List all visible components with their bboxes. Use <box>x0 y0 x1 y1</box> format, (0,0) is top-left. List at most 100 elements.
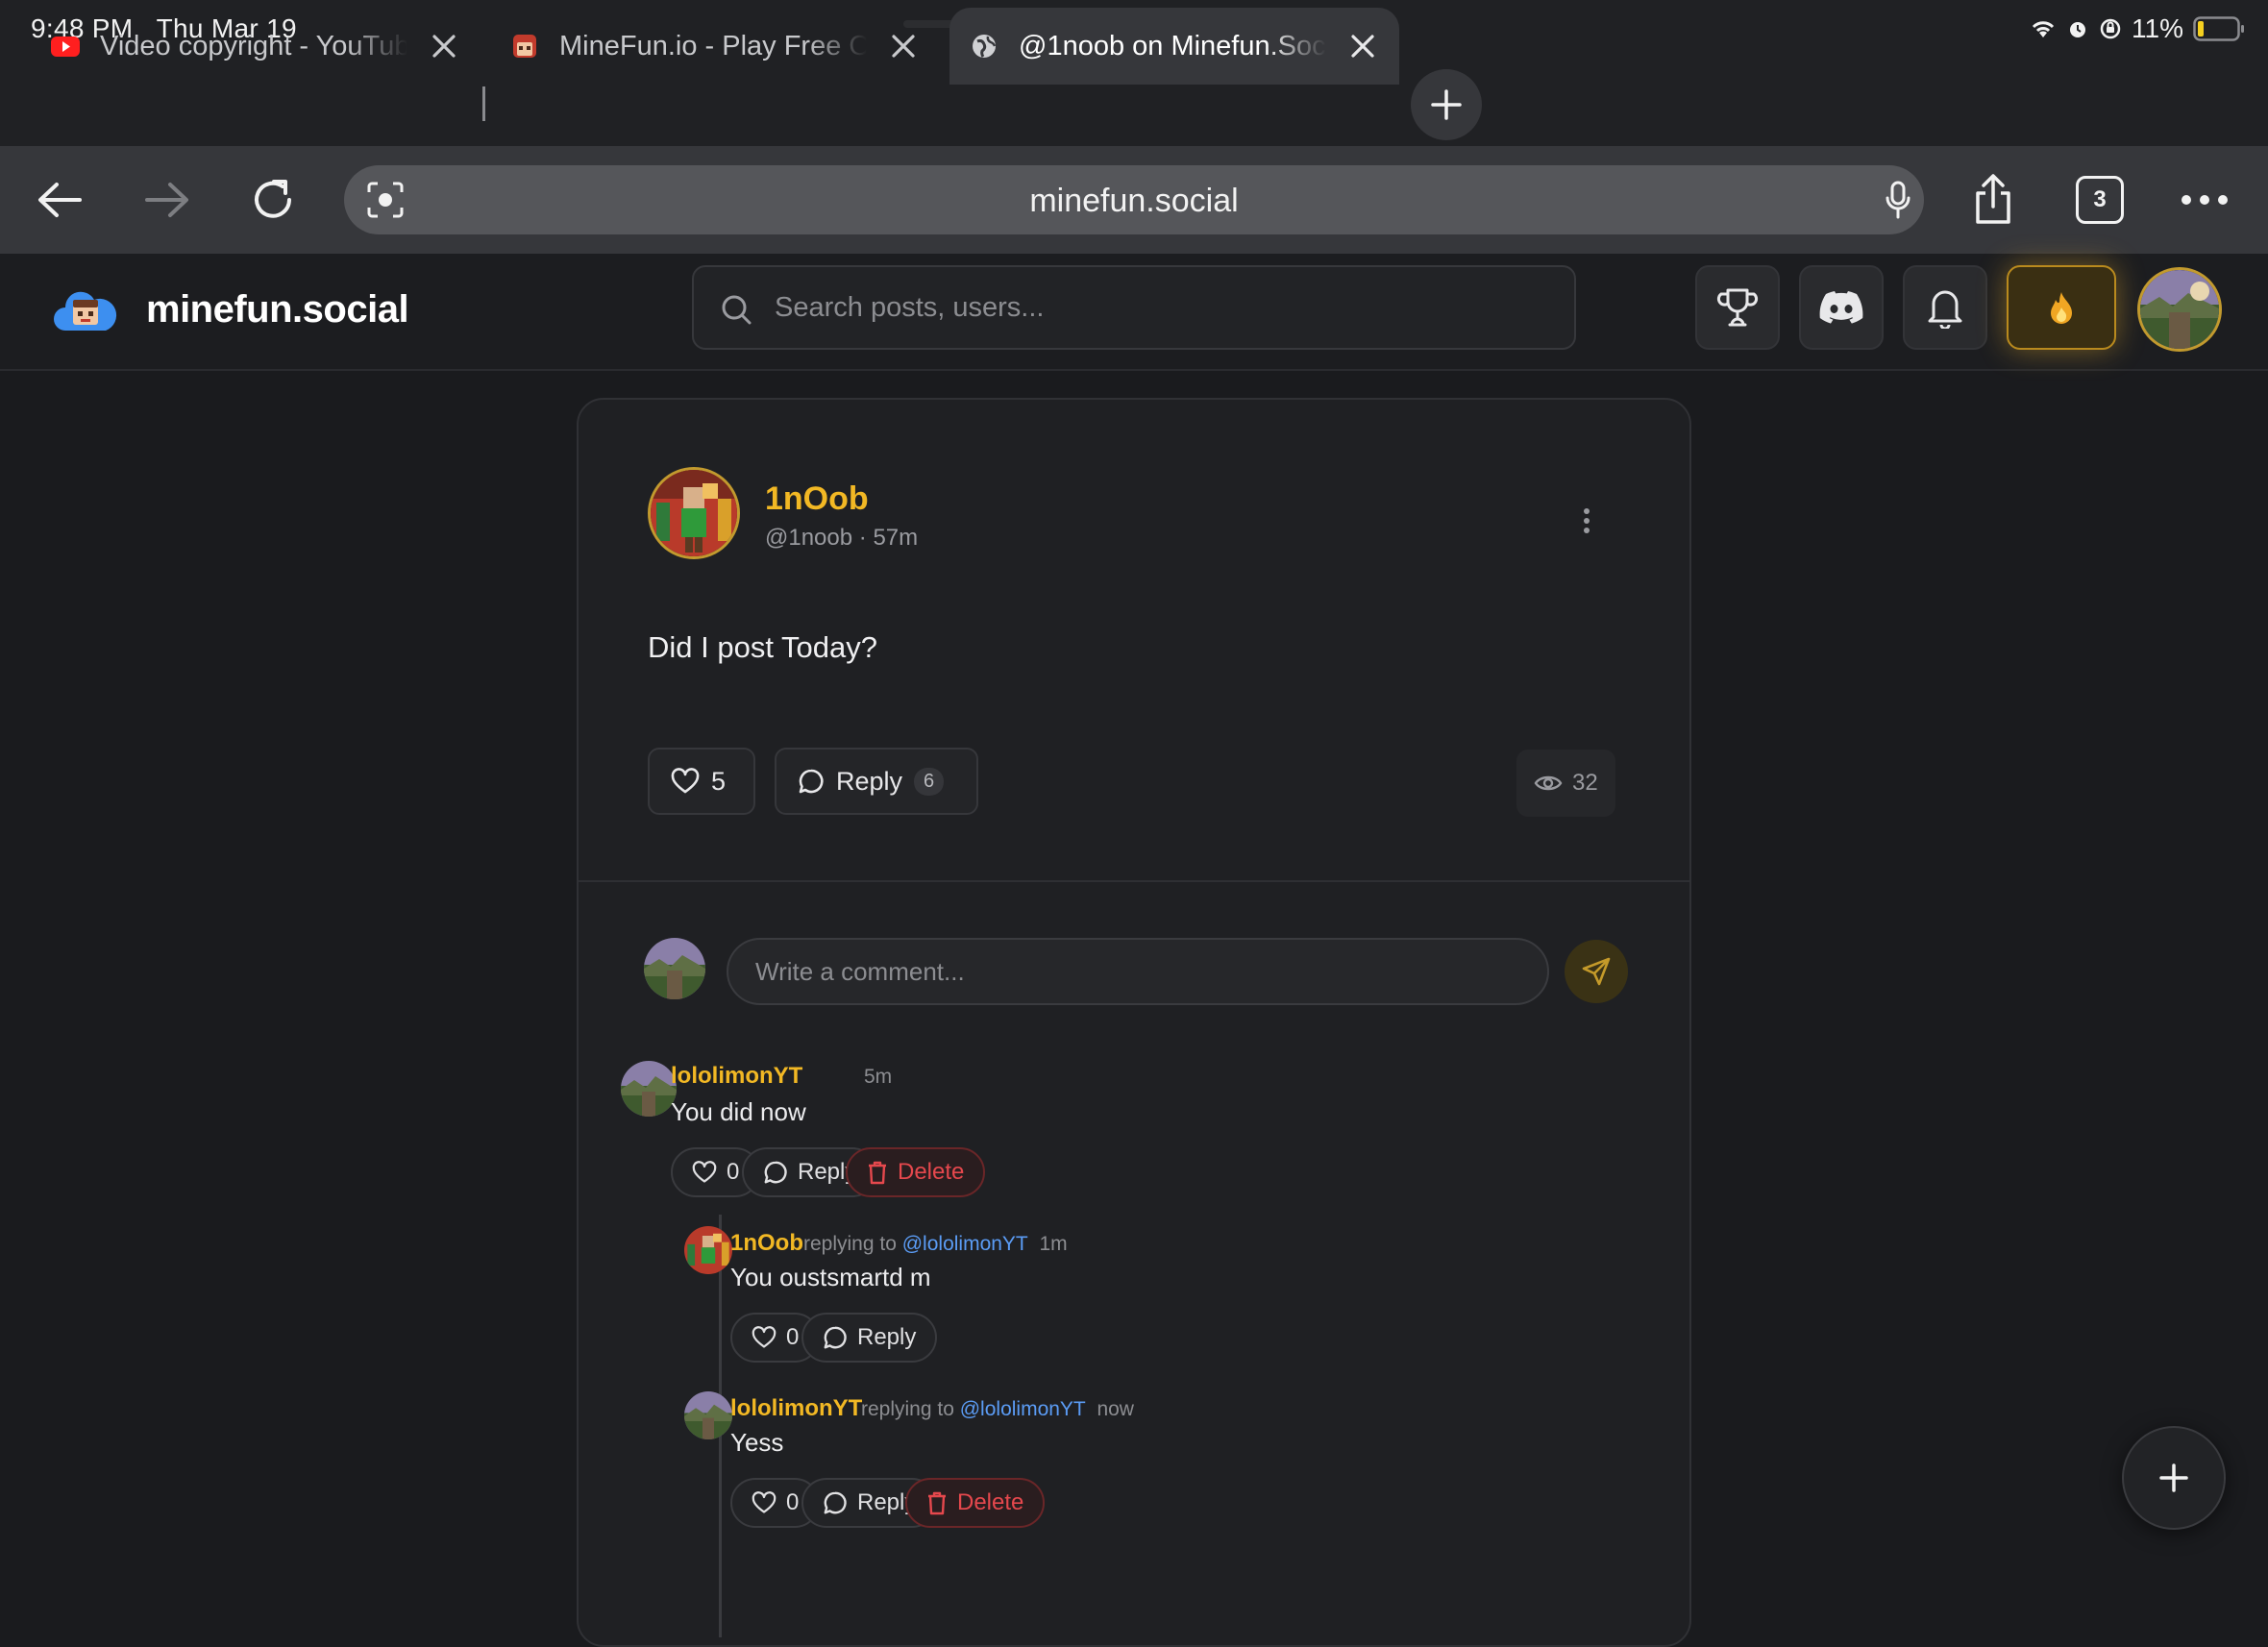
heart-icon <box>752 1491 777 1513</box>
new-tab-button[interactable] <box>1411 69 1482 140</box>
heart-icon <box>752 1326 777 1348</box>
comment-avatar[interactable] <box>684 1226 732 1274</box>
comment-input[interactable] <box>728 940 1547 1003</box>
vertical-ellipsis-icon <box>1584 508 1590 533</box>
user-avatar-image <box>2140 270 2219 349</box>
comment-avatar[interactable] <box>621 1061 677 1117</box>
chat-bubble-icon <box>764 1161 787 1184</box>
streak-button[interactable] <box>2007 265 2116 350</box>
tab-separator <box>482 86 485 121</box>
comment-author[interactable]: lololimonYT <box>671 1063 802 1090</box>
plus-icon <box>2159 1463 2188 1492</box>
status-indicators: 11% <box>2030 13 2245 44</box>
send-comment-button[interactable] <box>1565 940 1628 1003</box>
globe-icon <box>973 35 997 58</box>
more-menu-button[interactable] <box>2176 171 2233 229</box>
back-arrow-icon <box>38 183 82 217</box>
share-icon <box>1976 174 2010 224</box>
user-avatar-image <box>684 1391 732 1439</box>
tab-switcher-button[interactable]: 3 <box>2076 176 2124 224</box>
reply-count-badge: 6 <box>914 767 945 796</box>
comment-author[interactable]: 1nOob <box>730 1230 803 1257</box>
tab-youtube[interactable]: Video copyright - YouTube <box>50 8 461 85</box>
tab-minefun-social[interactable]: @1noob on Minefun.Social <box>949 8 1399 85</box>
comment-text: Yess <box>730 1428 784 1457</box>
close-tab-icon[interactable] <box>427 29 461 63</box>
post-author-avatar[interactable] <box>648 467 740 559</box>
post-body: Did I post Today? <box>648 630 877 664</box>
author-avatar-image <box>684 1226 732 1274</box>
search-icon <box>722 295 752 325</box>
post-author-name[interactable]: 1nOob <box>765 480 869 518</box>
heart-icon <box>692 1161 717 1183</box>
post-card: 1nOob @1noob · 57m Did I post Today? 5 R… <box>577 398 1691 1647</box>
post-handle[interactable]: @1noob <box>765 525 852 551</box>
comment-author[interactable]: lololimonYT <box>730 1395 862 1422</box>
orientation-lock-icon <box>2100 18 2121 39</box>
mention-link[interactable]: @lololimonYT <box>960 1398 1086 1420</box>
search-bar[interactable] <box>692 265 1576 350</box>
battery-percent: 11% <box>2132 13 2183 43</box>
youtube-icon <box>51 37 80 57</box>
comment-delete-button[interactable]: Delete <box>905 1478 1046 1528</box>
trash-icon <box>928 1491 946 1515</box>
chat-bubble-icon <box>799 769 824 794</box>
back-button[interactable] <box>31 171 88 229</box>
forward-button[interactable] <box>138 171 196 229</box>
comment-field[interactable] <box>727 938 1549 1005</box>
like-button[interactable]: 5 <box>648 748 755 815</box>
comment-text: You oustsmartd m <box>730 1263 931 1291</box>
ellipsis-icon <box>2182 195 2228 205</box>
forward-arrow-icon <box>145 183 188 217</box>
like-count: 5 <box>711 766 727 796</box>
composer-avatar <box>644 938 705 999</box>
bell-icon <box>1928 290 1962 329</box>
send-icon <box>1582 957 1611 986</box>
microphone-icon[interactable] <box>1886 181 1911 219</box>
flame-icon <box>2051 292 2072 324</box>
plus-icon <box>1431 89 1462 120</box>
author-avatar-image <box>651 470 737 556</box>
view-count: 32 <box>1516 750 1615 817</box>
url-text: minefun.social <box>1029 183 1239 219</box>
comment-time: 5m <box>864 1066 893 1088</box>
notifications-button[interactable] <box>1903 265 1987 350</box>
reply-button[interactable]: Reply 6 <box>775 748 978 815</box>
comment-delete-button[interactable]: Delete <box>846 1147 986 1197</box>
site-logo[interactable] <box>52 281 117 338</box>
alarm-icon <box>2070 22 2086 37</box>
comment-text: You did now <box>671 1097 806 1126</box>
post-meta: @1noob · 57m <box>765 525 919 551</box>
heart-icon <box>671 768 700 794</box>
chat-bubble-icon <box>824 1326 847 1349</box>
address-bar[interactable]: minefun.social <box>344 165 1924 234</box>
user-avatar-image <box>621 1061 677 1117</box>
comment-reply-button[interactable]: Reply <box>801 1313 938 1363</box>
minefun-icon <box>513 35 536 58</box>
mention-link[interactable]: @lololimonYT <box>902 1233 1028 1255</box>
close-tab-icon[interactable] <box>886 29 921 63</box>
discord-button[interactable] <box>1799 265 1884 350</box>
search-input[interactable] <box>775 267 1543 348</box>
wifi-icon <box>2032 21 2055 37</box>
close-tab-icon[interactable] <box>1345 29 1380 63</box>
reload-button[interactable] <box>244 171 302 229</box>
share-button[interactable] <box>1964 171 2022 229</box>
reload-icon <box>255 180 291 218</box>
post-options-button[interactable] <box>1572 502 1601 540</box>
discord-icon <box>1819 291 1863 324</box>
user-avatar-image <box>644 938 705 999</box>
tab-minefun[interactable]: MineFun.io - Play Free Online Games <box>509 8 921 85</box>
site-brand[interactable]: minefun.social <box>146 288 409 332</box>
trash-icon <box>869 1161 886 1185</box>
site-header: minefun.social <box>0 254 2268 371</box>
eye-icon <box>1534 775 1563 791</box>
trophy-icon <box>1716 288 1759 327</box>
comment-meta: replying to @lololimonYT now <box>861 1398 1134 1420</box>
chat-bubble-icon <box>824 1491 847 1514</box>
user-avatar[interactable] <box>2137 267 2222 352</box>
comment-avatar[interactable] <box>684 1391 732 1439</box>
leaderboard-button[interactable] <box>1695 265 1780 350</box>
post-time: 57m <box>873 525 919 551</box>
create-post-button[interactable] <box>2122 1426 2226 1530</box>
